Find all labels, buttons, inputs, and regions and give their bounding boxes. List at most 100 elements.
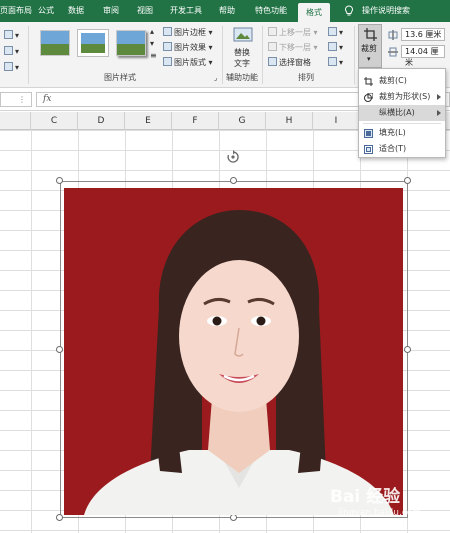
menu-divider xyxy=(363,123,441,124)
picture-layout-label: 图片版式 xyxy=(174,58,206,67)
menu-item-fill-label: 填充(L) xyxy=(379,128,406,137)
rotate-button[interactable]: ▾ xyxy=(328,57,343,69)
resize-handle-top[interactable] xyxy=(230,177,237,184)
selection-pane-button[interactable]: 选择窗格 xyxy=(268,57,311,69)
menu-item-fit[interactable]: 适合(T) xyxy=(359,141,445,157)
compress-icon xyxy=(4,30,13,39)
submenu-arrow-icon xyxy=(437,94,441,100)
picture-layout-button[interactable]: 图片版式 ▾ xyxy=(163,57,213,69)
gallery-scroll-up[interactable]: ▴ xyxy=(150,26,154,38)
tell-me-search[interactable]: 操作说明搜索 xyxy=(362,0,410,22)
compress-pictures-button[interactable]: ▾ xyxy=(4,30,19,42)
selection-pane-icon xyxy=(268,57,277,66)
fx-label: fx xyxy=(43,94,52,104)
tab-developer[interactable]: 开发工具 xyxy=(170,0,202,22)
submenu-arrow-icon xyxy=(437,110,441,116)
select-all-corner[interactable] xyxy=(0,112,31,130)
crop-icon xyxy=(364,28,377,41)
name-box[interactable] xyxy=(0,92,32,107)
width-field[interactable]: 14.04 厘米 xyxy=(401,45,445,67)
height-field[interactable]: 13.6 厘米 xyxy=(401,28,445,41)
picture-layout-icon xyxy=(163,57,172,66)
gallery-scroll-down[interactable]: ▾ xyxy=(150,38,154,50)
picture-border-icon xyxy=(163,27,172,36)
align-button[interactable]: ▾ xyxy=(328,27,343,39)
tab-format[interactable]: 格式 xyxy=(298,3,330,22)
menu-item-aspect-ratio[interactable]: 纵横比(A) xyxy=(359,105,445,121)
column-header-c[interactable]: C xyxy=(31,112,78,130)
column-header-h[interactable]: H xyxy=(266,112,313,130)
menu-item-crop-to-shape-label: 裁剪为形状(S) xyxy=(379,92,431,101)
rotate-icon xyxy=(328,57,337,66)
resize-handle-bottom-left[interactable] xyxy=(56,514,63,521)
picture-style-thumb-1[interactable] xyxy=(40,30,70,56)
watermark-brand: Bai 经验 xyxy=(330,487,401,507)
ribbon-separator xyxy=(222,26,223,84)
alt-text-label-2: 文字 xyxy=(234,59,250,68)
tab-special-features[interactable]: 特色功能 xyxy=(255,0,287,22)
tab-review[interactable]: 审阅 xyxy=(103,0,119,22)
tab-page-layout[interactable]: 页面布局 xyxy=(0,0,32,22)
menu-item-crop-to-shape[interactable]: 裁剪为形状(S) xyxy=(359,89,445,105)
menu-item-aspect-ratio-label: 纵横比(A) xyxy=(379,108,415,117)
reset-picture-button[interactable]: ▾ xyxy=(4,62,19,74)
tab-formulas[interactable]: 公式 xyxy=(38,0,54,22)
picture-style-thumb-3[interactable] xyxy=(116,30,146,56)
watermark-url: jingyan.baidu.com xyxy=(338,508,422,518)
column-header-d[interactable]: D xyxy=(78,112,125,130)
column-header-i[interactable]: I xyxy=(313,112,360,130)
align-icon xyxy=(328,27,337,36)
rotate-handle-icon[interactable] xyxy=(226,150,240,164)
bring-forward-label: 上移一层 xyxy=(279,28,311,37)
change-picture-button[interactable]: ▾ xyxy=(4,46,19,58)
fill-icon xyxy=(364,129,373,138)
resize-handle-top-left[interactable] xyxy=(56,177,63,184)
bring-forward-button[interactable]: 上移一层 ▾ xyxy=(268,27,318,39)
shape-icon xyxy=(364,93,373,102)
crop-button[interactable]: 裁剪 ▾ xyxy=(358,24,382,68)
ribbon-tab-bar: 页面布局 公式 数据 审阅 视图 开发工具 帮助 特色功能 格式 操作说明搜索 xyxy=(0,0,450,22)
lightbulb-icon xyxy=(344,5,354,16)
crop-icon xyxy=(364,77,373,86)
resize-handle-top-right[interactable] xyxy=(404,177,411,184)
picture-styles-group-label: 图片样式 xyxy=(104,73,136,82)
arrange-group-label: 排列 xyxy=(298,73,314,82)
menu-item-fill[interactable]: 填充(L) xyxy=(359,125,445,141)
formula-bar-divider-icon: ⋮ xyxy=(18,95,26,104)
bring-forward-icon xyxy=(268,27,277,36)
picture-effects-label: 图片效果 xyxy=(174,43,206,52)
send-backward-label: 下移一层 xyxy=(279,43,311,52)
crop-dropdown-arrow: ▾ xyxy=(367,55,371,63)
baidu-jingyan-watermark: Bai 经验 jingyan.baidu.com xyxy=(330,478,448,530)
gallery-more[interactable]: ≡ xyxy=(150,50,157,62)
cell-text-partial xyxy=(130,511,330,533)
height-icon xyxy=(388,30,398,40)
alt-text-icon[interactable] xyxy=(233,27,253,45)
menu-item-crop[interactable]: 裁剪(C) xyxy=(359,73,445,89)
group-button[interactable]: ▾ xyxy=(328,42,343,54)
reset-icon xyxy=(4,62,13,71)
ribbon-separator xyxy=(28,26,29,84)
picture-effects-button[interactable]: 图片效果 ▾ xyxy=(163,42,213,54)
crop-label: 裁剪 xyxy=(361,44,377,53)
picture-style-thumb-2[interactable] xyxy=(77,29,109,57)
change-picture-icon xyxy=(4,46,13,55)
menu-item-fit-label: 适合(T) xyxy=(379,144,407,153)
column-header-e[interactable]: E xyxy=(125,112,172,130)
column-header-f[interactable]: F xyxy=(172,112,219,130)
tab-view[interactable]: 视图 xyxy=(137,0,153,22)
menu-item-crop-label: 裁剪(C) xyxy=(379,76,407,85)
portrait-image xyxy=(64,188,403,515)
portrait-photo[interactable] xyxy=(64,188,403,515)
crop-dropdown-menu: 裁剪(C) 裁剪为形状(S) 纵横比(A) 填充(L) 适合(T) xyxy=(358,68,446,158)
tab-help[interactable]: 帮助 xyxy=(219,0,235,22)
width-icon xyxy=(388,47,398,57)
resize-handle-right[interactable] xyxy=(404,346,411,353)
send-backward-button[interactable]: 下移一层 ▾ xyxy=(268,42,318,54)
format-picture-launcher[interactable]: ⌟ xyxy=(214,72,217,84)
picture-border-button[interactable]: 图片边框 ▾ xyxy=(163,27,213,39)
column-header-g[interactable]: G xyxy=(219,112,266,130)
resize-handle-left[interactable] xyxy=(56,346,63,353)
tab-data[interactable]: 数据 xyxy=(68,0,84,22)
selection-pane-label: 选择窗格 xyxy=(279,58,311,67)
